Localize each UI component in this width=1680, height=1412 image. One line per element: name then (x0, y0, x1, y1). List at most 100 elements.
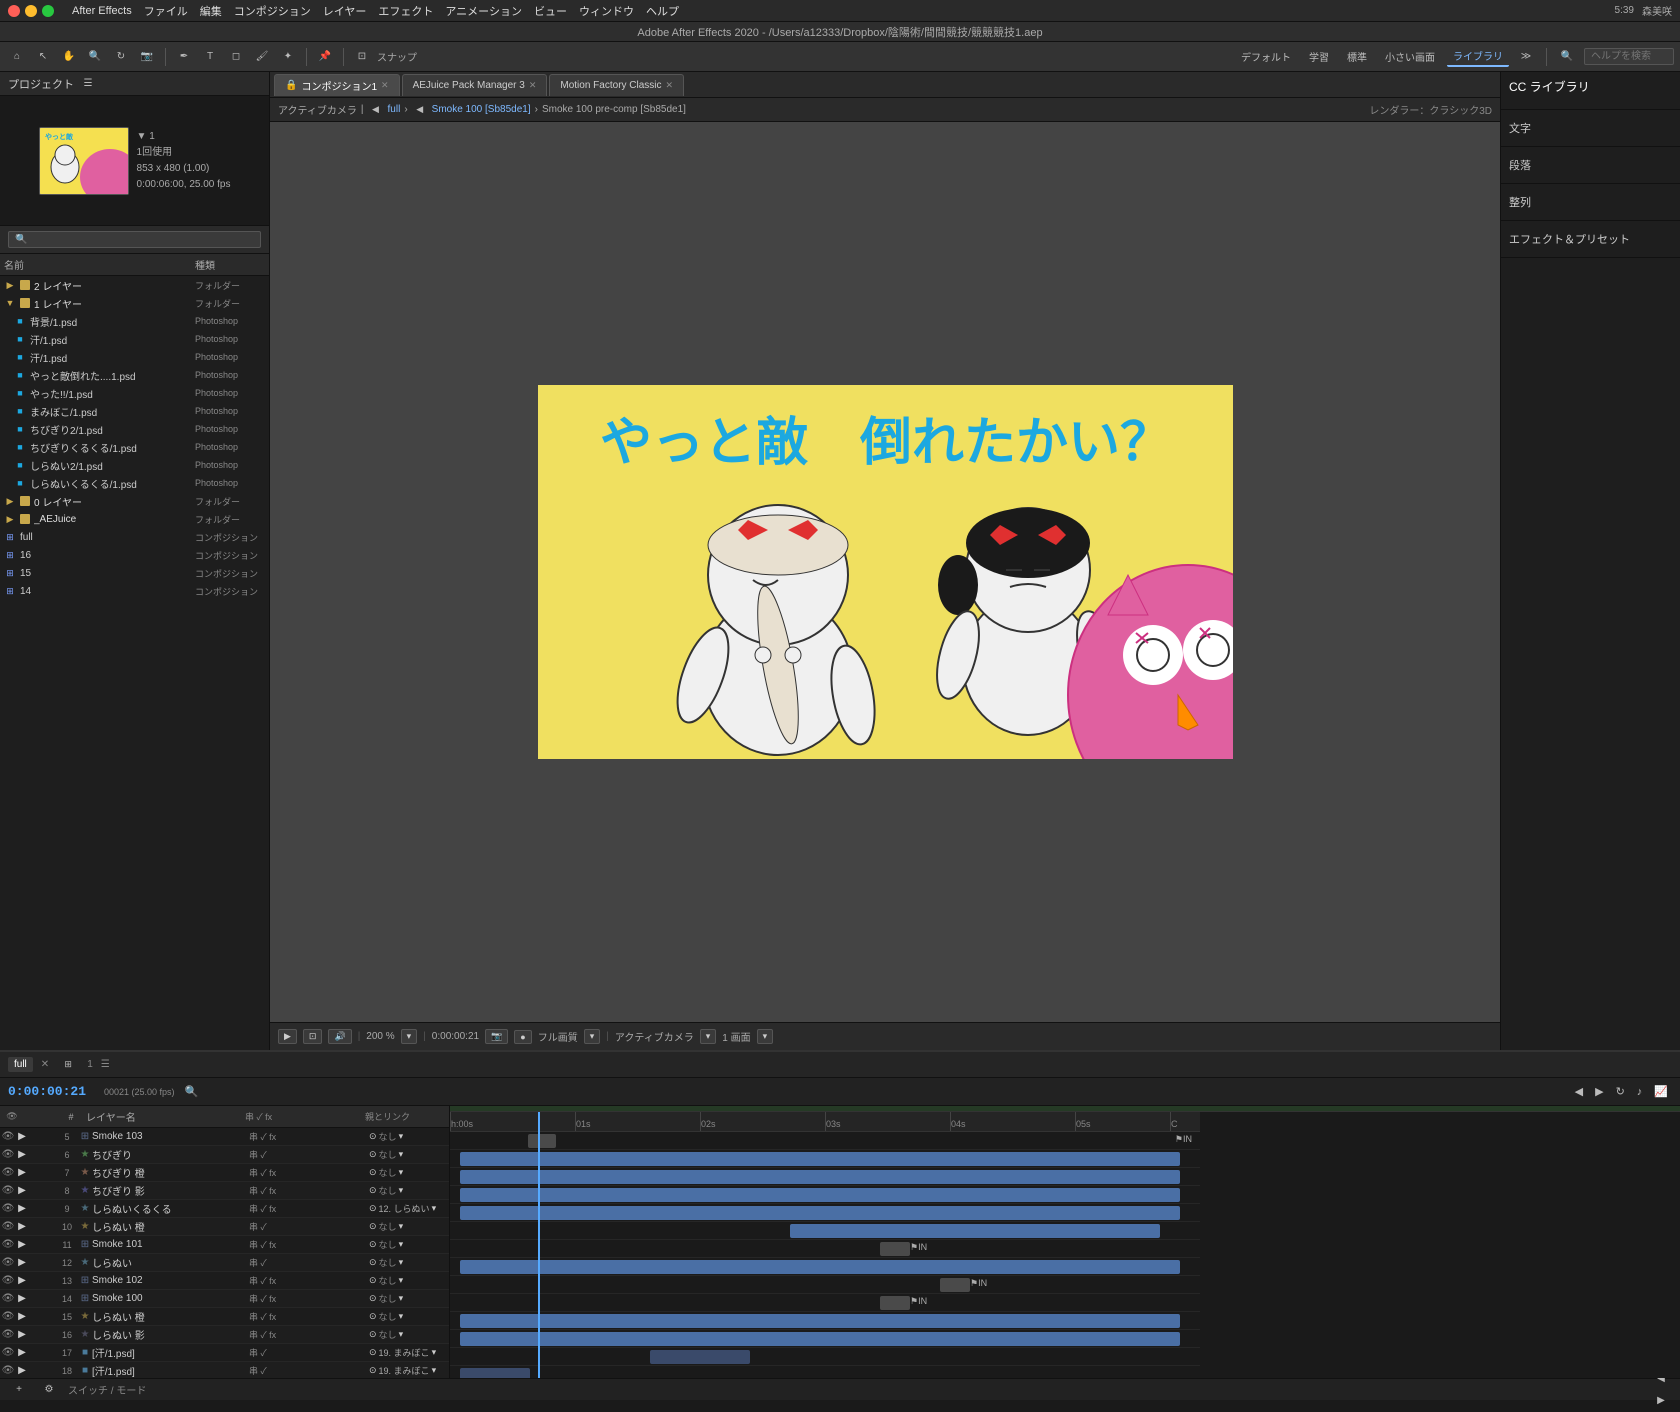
expand-toggle[interactable]: ▶ (16, 1311, 28, 1322)
layer-row[interactable]: 👁 ▶ 11 ⊞ Smoke 101 串 ✓ fx ⊙ なし ▾ (0, 1236, 449, 1254)
quality-dropdown[interactable]: ▾ (584, 1029, 601, 1044)
tl-next-frame[interactable]: ▶ (1591, 1083, 1607, 1100)
visibility-toggle[interactable]: 👁 (0, 1221, 16, 1232)
track-row[interactable]: ⚑IN (450, 1132, 1200, 1150)
track-row[interactable] (450, 1348, 1200, 1366)
screens-dropdown[interactable]: ▾ (757, 1029, 774, 1044)
expand-toggle[interactable]: ▶ (16, 1347, 28, 1358)
list-item[interactable]: ■ ちびぎり2/1.psd Photoshop (0, 420, 269, 438)
visibility-toggle[interactable]: 👁 (0, 1275, 16, 1286)
parent-dropdown[interactable]: ▾ (399, 1311, 404, 1322)
layer-row[interactable]: 👁 ▶ 16 ★ しらぬい 影 串 ✓ fx ⊙ なし ▾ (0, 1326, 449, 1344)
list-item[interactable]: ■ しらぬい2/1.psd Photoshop (0, 456, 269, 474)
home-button[interactable]: ⌂ (6, 46, 28, 68)
list-item[interactable]: ■ 汗/1.psd Photoshop (0, 348, 269, 366)
shape-tool[interactable]: ◻ (225, 46, 247, 68)
menu-animation[interactable]: アニメーション (445, 3, 522, 19)
timeline-new-comp[interactable]: ⊞ (57, 1054, 79, 1076)
visibility-toggle[interactable]: 👁 (0, 1239, 16, 1250)
breadcrumb-item3[interactable]: Smoke 100 pre-comp [Sb85de1] (542, 104, 686, 115)
snap-toggle[interactable]: ⊡ (351, 46, 373, 68)
menu-window[interactable]: ウィンドウ (579, 3, 634, 19)
expand-toggle[interactable]: ▶ (16, 1275, 28, 1286)
tab-close-button[interactable]: ✕ (529, 80, 537, 91)
track-row[interactable]: ⚑IN (450, 1276, 1200, 1294)
workspace-small[interactable]: 小さい画面 (1379, 47, 1441, 66)
layer-row[interactable]: 👁 ▶ 7 ★ ちびぎり 橙 串 ✓ fx ⊙ なし ▾ (0, 1164, 449, 1182)
help-search-input[interactable] (1584, 48, 1674, 65)
layer-row[interactable]: 👁 ▶ 17 ■ [汗/1.psd] 串 ✓ ⊙ 19. まみぼこ ▾ (0, 1344, 449, 1362)
preview-play[interactable]: ▶ (278, 1029, 297, 1044)
tl-graph[interactable]: 📈 (1650, 1083, 1672, 1100)
expand-toggle[interactable]: ▶ (16, 1149, 28, 1160)
zoom-dropdown[interactable]: ▾ (401, 1029, 418, 1044)
expand-toggle[interactable]: ▶ (16, 1203, 28, 1214)
composition-viewer[interactable]: やっと敵 倒れたかい？ (270, 122, 1500, 1022)
track-row[interactable] (450, 1150, 1200, 1168)
layer-row[interactable]: 👁 ▶ 18 ■ [汗/1.psd] 串 ✓ ⊙ 19. まみぼこ ▾ (0, 1362, 449, 1378)
workspace-standard[interactable]: 標準 (1341, 47, 1373, 66)
maximize-button[interactable] (42, 5, 54, 17)
track-row[interactable] (450, 1312, 1200, 1330)
breadcrumb-prev[interactable]: ◀ (368, 103, 384, 117)
expand-toggle[interactable]: ▶ (16, 1167, 28, 1178)
workspace-library[interactable]: ライブラリ (1447, 46, 1509, 67)
workspace-default[interactable]: デフォルト (1235, 47, 1297, 66)
parent-dropdown[interactable]: ▾ (399, 1131, 404, 1142)
menu-composition[interactable]: コンポジション (234, 3, 311, 19)
parent-dropdown[interactable]: ▾ (399, 1239, 404, 1250)
camera-icon[interactable]: 📷 (485, 1029, 508, 1044)
track-row[interactable] (450, 1222, 1200, 1240)
minimize-button[interactable] (25, 5, 37, 17)
layer-row[interactable]: 👁 ▶ 5 ⊞ Smoke 103 串 ✓ fx ⊙ なし ▾ (0, 1128, 449, 1146)
visibility-toggle[interactable]: 👁 (0, 1293, 16, 1304)
timeline-tab-full[interactable]: full (8, 1057, 33, 1072)
tab-aejuice[interactable]: AEJuice Pack Manager 3 ✕ (402, 74, 548, 96)
right-item-effects[interactable]: エフェクト＆プリセット (1509, 227, 1672, 251)
expand-toggle[interactable]: ▶ (16, 1293, 28, 1304)
list-item[interactable]: ▶ 2 レイヤー フォルダー (0, 276, 269, 294)
list-item[interactable]: ■ ちびぎりくるくる/1.psd Photoshop (0, 438, 269, 456)
track-row[interactable]: ⚑IN (450, 1294, 1200, 1312)
menu-file[interactable]: ファイル (144, 3, 188, 19)
visibility-toggle[interactable]: 👁 (0, 1149, 16, 1160)
visibility-toggle[interactable]: 👁 (0, 1203, 16, 1214)
camera-tool[interactable]: 📷 (136, 46, 158, 68)
parent-dropdown[interactable]: ▾ (399, 1167, 404, 1178)
track-row[interactable]: ⚑IN (450, 1240, 1200, 1258)
layer-row[interactable]: 👁 ▶ 6 ★ ちびぎり 串 ✓ ⊙ なし ▾ (0, 1146, 449, 1164)
parent-dropdown[interactable]: ▾ (399, 1293, 404, 1304)
layer-row[interactable]: 👁 ▶ 14 ⊞ Smoke 100 串 ✓ fx ⊙ なし ▾ (0, 1290, 449, 1308)
menu-view[interactable]: ビュー (534, 3, 567, 19)
list-item[interactable]: ⊞ full コンポジション (0, 528, 269, 546)
project-search-bar[interactable] (0, 226, 269, 254)
visibility-toggle[interactable]: 👁 (0, 1347, 16, 1358)
visibility-toggle[interactable]: 👁 (0, 1329, 16, 1340)
breadcrumb-nav[interactable]: ◀ (412, 103, 428, 117)
workspace-more[interactable]: ≫ (1515, 46, 1537, 68)
visibility-toggle[interactable]: 👁 (0, 1167, 16, 1178)
list-item[interactable]: ▶ 0 レイヤー フォルダー (0, 492, 269, 510)
tl-loop[interactable]: ↻ (1612, 1083, 1629, 1100)
layer-row[interactable]: 👁 ▶ 13 ⊞ Smoke 102 串 ✓ fx ⊙ なし ▾ (0, 1272, 449, 1290)
breadcrumb-item1[interactable]: full (388, 104, 401, 115)
close-button[interactable] (8, 5, 20, 17)
preview-audio[interactable]: 🔊 (328, 1029, 351, 1044)
list-item[interactable]: ⊞ 14 コンポジション (0, 582, 269, 600)
project-menu-button[interactable]: ☰ (80, 76, 96, 92)
list-item[interactable]: ▶ _AEJuice フォルダー (0, 510, 269, 528)
timeline-settings[interactable]: ⚙ (38, 1379, 60, 1401)
visibility-toggle[interactable]: 👁 (0, 1311, 16, 1322)
add-layer-button[interactable]: + (8, 1379, 30, 1401)
paint-tool[interactable]: 🖌 (251, 46, 273, 68)
tab-composition1[interactable]: 🔒 コンポジション1 ✕ (274, 74, 400, 96)
zoom-tool[interactable]: 🔍 (84, 46, 106, 68)
list-item[interactable]: ■ しらぬいくるくる/1.psd Photoshop (0, 474, 269, 492)
tab-close-button[interactable]: ✕ (381, 80, 389, 91)
layer-row[interactable]: 👁 ▶ 10 ★ しらぬい 橙 串 ✓ ⊙ なし ▾ (0, 1218, 449, 1236)
pen-tool[interactable]: ✒ (173, 46, 195, 68)
camera-dropdown[interactable]: ▾ (700, 1029, 717, 1044)
tab-motion-factory[interactable]: Motion Factory Classic ✕ (549, 74, 684, 96)
menu-help[interactable]: ヘルプ (646, 3, 679, 19)
pointer-tool[interactable]: ↖ (32, 46, 54, 68)
